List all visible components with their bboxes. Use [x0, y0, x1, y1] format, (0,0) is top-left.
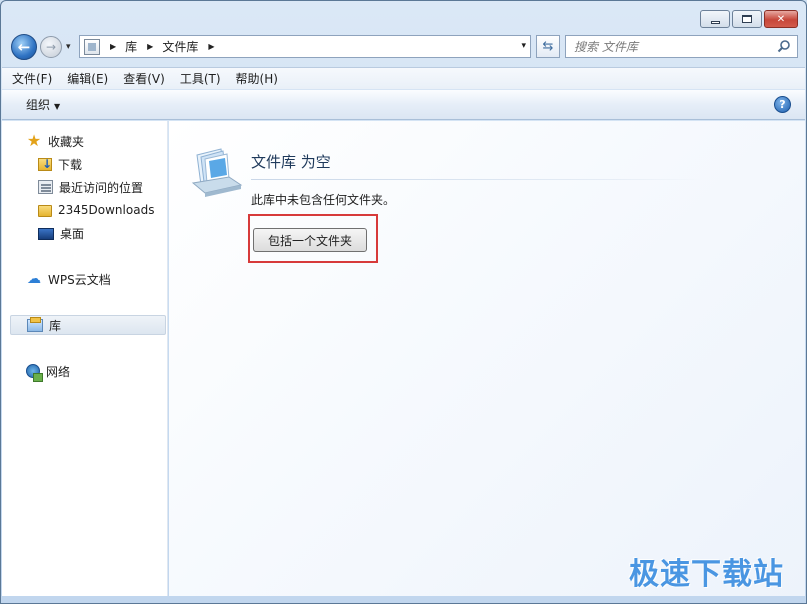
- forward-arrow-icon: →: [45, 40, 57, 54]
- menu-bar: 文件(F) 编辑(E) 查看(V) 工具(T) 帮助(H): [2, 67, 805, 89]
- menu-tools[interactable]: 工具(T): [180, 70, 221, 87]
- explorer-window: ✕ ← → ▾ ▶ 库 ▶ 文件库 ▶ ▾ ⇆ 搜索 文件库 文件(F) 编辑(…: [0, 0, 807, 604]
- sidebar-item-label: 收藏夹: [48, 134, 85, 149]
- sidebar-item-favorites[interactable]: ★ 收藏夹: [26, 131, 84, 151]
- search-input[interactable]: [574, 39, 774, 54]
- sidebar-item-recent-places[interactable]: 最近访问的位置: [38, 177, 143, 197]
- page-title: 文件库 为空: [251, 153, 331, 171]
- sidebar-item-label: WPS云文档: [48, 272, 111, 287]
- network-icon: [26, 364, 43, 382]
- sidebar-item-network[interactable]: 网络: [26, 361, 71, 382]
- breadcrumb-chevron-icon[interactable]: ▶: [147, 42, 153, 51]
- sidebar-item-2345downloads[interactable]: 2345Downloads: [38, 200, 154, 220]
- sidebar-item-label: 库: [49, 318, 62, 333]
- command-bar: 组织 ▼ ?: [2, 90, 805, 120]
- menu-edit[interactable]: 编辑(E): [67, 70, 108, 87]
- window-controls: ✕: [700, 10, 798, 28]
- search-box[interactable]: [565, 35, 798, 58]
- recent-pages-dropdown[interactable]: ▾: [66, 42, 71, 52]
- search-icon[interactable]: [777, 39, 791, 53]
- refresh-icon: ⇆: [542, 39, 554, 54]
- organize-button[interactable]: 组织 ▼: [26, 96, 60, 113]
- address-dropdown-icon[interactable]: ▾: [521, 41, 526, 51]
- maximize-icon: [742, 15, 752, 23]
- navigation-pane: ★ 收藏夹 下载 最近访问的位置 2345Downloads 桌面 ☁ WPS云…: [2, 121, 168, 596]
- library-icon: [27, 316, 43, 332]
- back-button[interactable]: ←: [11, 34, 37, 60]
- refresh-button[interactable]: ⇆: [536, 35, 560, 58]
- sidebar-item-label: 2345Downloads: [58, 203, 155, 217]
- sidebar-item-label: 桌面: [60, 226, 85, 241]
- close-icon: ✕: [776, 13, 786, 25]
- maximize-button[interactable]: [732, 10, 762, 28]
- folder-icon: [38, 205, 52, 217]
- organize-label: 组织: [26, 98, 51, 112]
- star-icon: ★: [26, 131, 42, 150]
- watermark: 极速下载站: [629, 557, 784, 592]
- address-bar[interactable]: ▶ 库 ▶ 文件库 ▶ ▾: [79, 35, 531, 58]
- navigation-bar: ← → ▾ ▶ 库 ▶ 文件库 ▶ ▾ ⇆: [9, 33, 798, 61]
- sidebar-item-wps-cloud[interactable]: ☁ WPS云文档: [26, 269, 111, 289]
- help-icon[interactable]: ?: [774, 96, 791, 113]
- breadcrumb-chevron-icon[interactable]: ▶: [208, 42, 214, 51]
- desktop-icon: [38, 228, 54, 240]
- forward-button[interactable]: →: [40, 36, 62, 58]
- menu-view[interactable]: 查看(V): [123, 70, 165, 87]
- sidebar-item-libraries[interactable]: 库: [10, 315, 166, 335]
- back-arrow-icon: ←: [17, 38, 31, 56]
- cloud-icon: ☁: [27, 271, 41, 287]
- recent-places-icon: [38, 180, 53, 194]
- menu-help[interactable]: 帮助(H): [236, 70, 278, 87]
- sidebar-item-label: 最近访问的位置: [59, 180, 144, 195]
- sidebar-item-label: 网络: [46, 364, 71, 379]
- library-icon: [191, 148, 243, 197]
- breadcrumb-chevron-icon[interactable]: ▶: [110, 42, 116, 51]
- minimize-button[interactable]: [700, 10, 730, 28]
- sidebar-item-label: 下载: [58, 157, 83, 172]
- chevron-down-icon: ▼: [54, 102, 61, 111]
- breadcrumb-libraries[interactable]: 库: [125, 38, 137, 55]
- content-area: 文件库 为空 此库中未包含任何文件夹。 包括一个文件夹: [169, 121, 805, 596]
- location-icon: [84, 38, 100, 55]
- download-folder-icon: [38, 157, 52, 171]
- breadcrumb-file-library[interactable]: 文件库: [162, 38, 198, 55]
- menu-file[interactable]: 文件(F): [12, 70, 52, 87]
- close-button[interactable]: ✕: [764, 10, 798, 28]
- include-folder-button[interactable]: 包括一个文件夹: [253, 228, 367, 252]
- minimize-icon: [710, 20, 720, 24]
- empty-library-message: 此库中未包含任何文件夹。: [251, 193, 396, 207]
- title-divider: [251, 179, 703, 180]
- sidebar-item-downloads[interactable]: 下载: [38, 154, 82, 174]
- sidebar-item-desktop[interactable]: 桌面: [38, 223, 84, 243]
